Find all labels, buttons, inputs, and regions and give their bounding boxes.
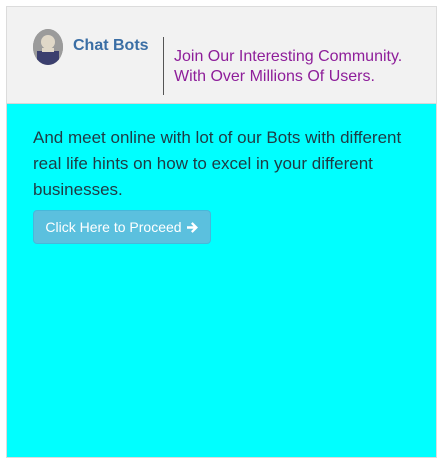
intro-text: And meet online with lot of our Bots wit… xyxy=(33,128,402,199)
brand-title[interactable]: Chat Bots xyxy=(73,37,149,55)
tagline-line-1: Join Our Interesting Community. xyxy=(174,48,403,65)
header-divider xyxy=(163,37,164,95)
header: Chat Bots Join Our Interesting Community… xyxy=(7,7,436,104)
tagline: Join Our Interesting Community. With Ove… xyxy=(174,47,432,87)
arrow-right-icon xyxy=(186,221,199,234)
card: Chat Bots Join Our Interesting Community… xyxy=(6,6,437,458)
proceed-button[interactable]: Click Here to Proceed xyxy=(33,210,211,244)
tagline-line-2: With Over Millions Of Users. xyxy=(174,68,375,85)
bot-avatar-icon xyxy=(33,29,63,65)
proceed-button-label: Click Here to Proceed xyxy=(45,219,182,235)
